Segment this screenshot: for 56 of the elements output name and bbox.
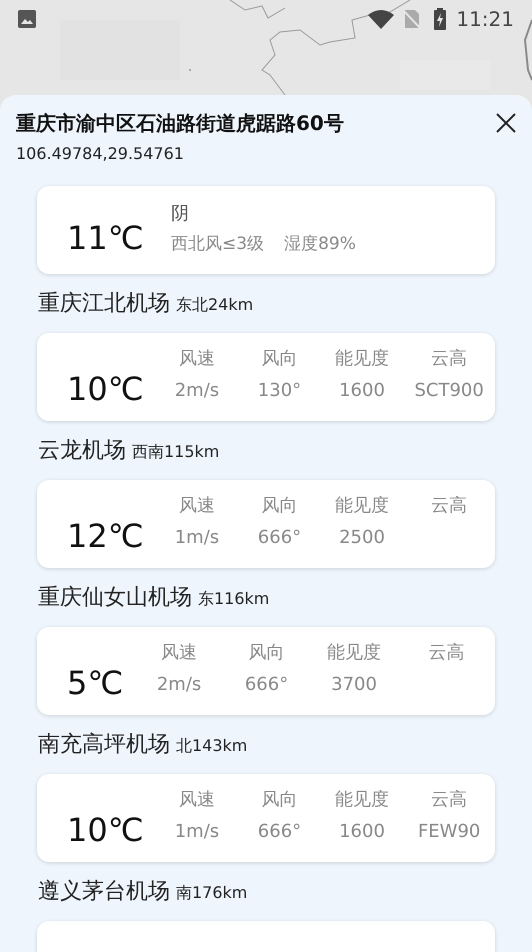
- coordinates-text: 106.49784,29.54761: [16, 143, 185, 165]
- distance-text: 北143km: [176, 735, 248, 757]
- humidity-text: 湿度89%: [284, 233, 356, 256]
- field-label: 风速: [178, 788, 215, 812]
- field-label: 能见度: [327, 641, 382, 665]
- address-title: 重庆市渝中区石油路街道虎踞路60号: [16, 110, 345, 137]
- battery-charging-icon: [434, 8, 446, 30]
- condition-text: 阴: [171, 202, 190, 226]
- field-label: 风速: [178, 494, 215, 518]
- field-value: FEW90: [418, 820, 480, 844]
- field-value: 130°: [258, 379, 302, 403]
- no-sim-icon: [404, 9, 420, 29]
- field-value: 1m/s: [174, 820, 220, 844]
- field-value: 666°: [244, 673, 288, 697]
- field-value: 1600: [339, 820, 385, 844]
- airport-name: 遵义茅台机场: [38, 878, 170, 906]
- field-label: 风向: [261, 494, 298, 518]
- field-value: 1m/s: [174, 526, 220, 550]
- field-label: 风向: [261, 347, 298, 371]
- field-value: 2m/s: [156, 673, 202, 697]
- field-label: 能见度: [335, 347, 390, 371]
- field-value: 666°: [258, 820, 302, 844]
- temperature-text: 5℃: [67, 663, 124, 704]
- field-label: 能见度: [335, 788, 390, 812]
- temperature-text: 12℃: [67, 516, 144, 557]
- temperature-text: 10℃: [67, 369, 144, 410]
- field-label: 风速: [161, 641, 198, 665]
- field-label: 云高: [428, 641, 464, 665]
- temperature-text: 11℃: [67, 218, 145, 259]
- wind-text: 西北风≤3级: [171, 233, 264, 256]
- field-label: 云高: [431, 494, 468, 518]
- field-value: 666°: [258, 526, 302, 550]
- field-label: 云高: [431, 788, 468, 812]
- temperature-text: 10℃: [67, 810, 144, 851]
- close-button[interactable]: [494, 111, 518, 135]
- field-value: 2500: [339, 526, 385, 550]
- distance-text: 西南115km: [132, 441, 220, 463]
- field-label: 风速: [178, 347, 215, 371]
- wifi-icon: [368, 9, 394, 29]
- field-label: 能见度: [335, 494, 390, 518]
- airport-name: 南充高坪机场: [38, 731, 170, 759]
- status-time: 11:21: [456, 6, 514, 33]
- distance-text: 南176km: [176, 882, 248, 904]
- field-value: 2m/s: [174, 379, 220, 403]
- field-label: 风向: [261, 788, 298, 812]
- field-value: 3700: [331, 673, 377, 697]
- image-icon: [18, 10, 36, 28]
- distance-text: 东北24km: [176, 294, 254, 316]
- field-value: SCT900: [414, 379, 484, 403]
- field-label: 云高: [431, 347, 468, 371]
- distance-text: 东116km: [198, 588, 270, 610]
- airport-name: 云龙机场: [38, 437, 126, 465]
- field-value: 1600: [339, 379, 385, 403]
- airport-name: 重庆仙女山机场: [38, 584, 192, 612]
- field-label: 风向: [248, 641, 285, 665]
- airport-name: 重庆江北机场: [38, 290, 170, 318]
